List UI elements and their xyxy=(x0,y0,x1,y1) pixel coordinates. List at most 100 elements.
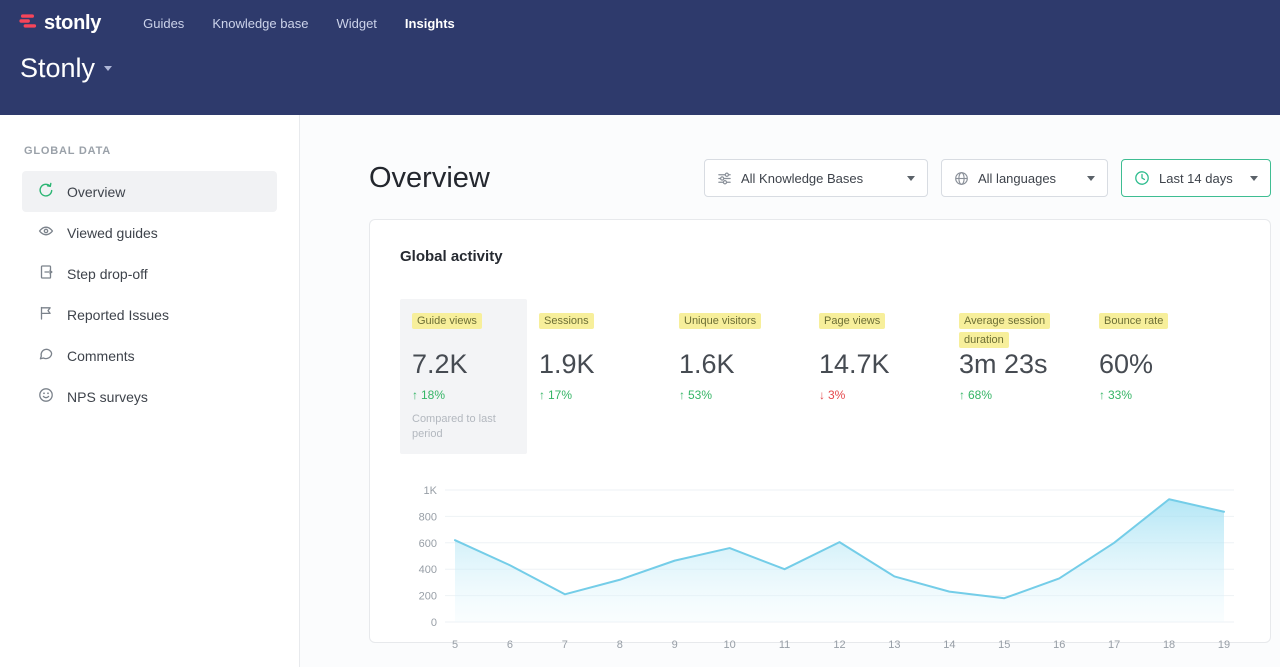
nav-item-widget[interactable]: Widget xyxy=(336,10,376,37)
svg-text:8: 8 xyxy=(617,639,623,651)
knowledge-bases-value: All Knowledge Bases xyxy=(741,171,899,186)
trend-arrow-icon: ↑ xyxy=(412,388,418,402)
topnav-row: stonly Guides Knowledge base Widget Insi… xyxy=(18,0,1262,37)
smiley-icon xyxy=(38,387,54,406)
chevron-down-icon xyxy=(1087,176,1095,181)
metric-change: ↓3% xyxy=(819,388,959,402)
svg-text:200: 200 xyxy=(419,591,437,603)
activity-area-chart: 02004006008001K5678910111213141516171819 xyxy=(400,482,1240,654)
sidebar-item-label: Reported Issues xyxy=(67,307,169,323)
main-content: Overview All Knowledge Bases All languag… xyxy=(300,115,1280,667)
stonly-logo-icon xyxy=(18,11,38,36)
metric-value: 3m 23s xyxy=(959,349,1099,380)
chevron-down-icon xyxy=(907,176,915,181)
global-activity-card: Global activity Guide views 7.2K ↑18% Co… xyxy=(369,219,1271,643)
top-navbar: stonly Guides Knowledge base Widget Insi… xyxy=(0,0,1280,115)
knowledge-bases-dropdown[interactable]: All Knowledge Bases xyxy=(704,159,928,197)
sidebar-item-reported-issues[interactable]: Reported Issues xyxy=(22,294,277,335)
svg-text:0: 0 xyxy=(431,617,437,629)
metric-value: 1.9K xyxy=(539,349,679,380)
chevron-down-icon xyxy=(1250,176,1258,181)
sidebar-item-overview[interactable]: Overview xyxy=(22,171,277,212)
svg-text:400: 400 xyxy=(419,564,437,576)
metric-label: Unique visitors xyxy=(679,311,793,347)
sidebar-item-label: Step drop-off xyxy=(67,266,148,282)
stonly-logo[interactable]: stonly xyxy=(18,11,101,36)
metric-change: ↑53% xyxy=(679,388,819,402)
main-header: Overview All Knowledge Bases All languag… xyxy=(369,159,1271,197)
metric-guide-views[interactable]: Guide views 7.2K ↑18% Compared to last p… xyxy=(400,299,527,454)
topnav-links: Guides Knowledge base Widget Insights xyxy=(129,10,469,37)
svg-text:9: 9 xyxy=(672,639,678,651)
sidebar-item-step-dropoff[interactable]: Step drop-off xyxy=(22,253,277,294)
date-range-value: Last 14 days xyxy=(1159,171,1242,186)
chevron-down-icon xyxy=(104,66,112,71)
svg-text:16: 16 xyxy=(1053,639,1065,651)
brand-name: stonly xyxy=(44,12,101,35)
metric-label: Bounce rate xyxy=(1099,311,1213,347)
metric-value: 1.6K xyxy=(679,349,819,380)
svg-text:15: 15 xyxy=(998,639,1010,651)
trend-arrow-icon: ↓ xyxy=(819,388,825,402)
metric-bounce-rate[interactable]: Bounce rate 60% ↑33% xyxy=(1099,299,1239,454)
sliders-icon xyxy=(717,171,732,186)
page-title: Overview xyxy=(369,162,490,195)
sidebar-item-comments[interactable]: Comments xyxy=(22,335,277,376)
sidebar: GLOBAL DATA Overview Viewed guides Step … xyxy=(0,115,300,667)
metric-page-views[interactable]: Page views 14.7K ↓3% xyxy=(819,299,959,454)
sidebar-item-label: NPS surveys xyxy=(67,389,148,405)
svg-text:5: 5 xyxy=(452,639,458,651)
metric-value: 60% xyxy=(1099,349,1239,380)
sidebar-item-label: Overview xyxy=(67,184,125,200)
metric-value: 14.7K xyxy=(819,349,959,380)
card-title: Global activity xyxy=(400,248,1240,265)
nav-item-knowledge-base[interactable]: Knowledge base xyxy=(212,10,308,37)
metric-value: 7.2K xyxy=(412,349,515,380)
svg-text:13: 13 xyxy=(888,639,900,651)
trend-arrow-icon: ↑ xyxy=(1099,388,1105,402)
svg-text:17: 17 xyxy=(1108,639,1120,651)
metric-unique-visitors[interactable]: Unique visitors 1.6K ↑53% xyxy=(679,299,819,454)
clock-icon xyxy=(1134,170,1150,186)
overview-icon xyxy=(38,182,54,201)
sidebar-item-viewed-guides[interactable]: Viewed guides xyxy=(22,212,277,253)
svg-text:12: 12 xyxy=(833,639,845,651)
svg-text:18: 18 xyxy=(1163,639,1175,651)
metric-label: Sessions xyxy=(539,311,653,347)
svg-text:1K: 1K xyxy=(424,485,438,497)
sidebar-section-label: GLOBAL DATA xyxy=(24,145,299,157)
svg-text:600: 600 xyxy=(419,538,437,550)
step-dropoff-icon xyxy=(38,264,54,283)
metric-avg-session-duration[interactable]: Average session duration 3m 23s ↑68% xyxy=(959,299,1099,454)
workspace-selector[interactable]: Stonly xyxy=(18,53,1262,84)
metric-sessions[interactable]: Sessions 1.9K ↑17% xyxy=(539,299,679,454)
metric-label: Guide views xyxy=(412,311,515,347)
flag-icon xyxy=(38,305,54,324)
svg-text:800: 800 xyxy=(419,511,437,523)
svg-text:11: 11 xyxy=(779,639,790,651)
metric-change: ↑17% xyxy=(539,388,679,402)
languages-dropdown[interactable]: All languages xyxy=(941,159,1108,197)
sidebar-item-label: Viewed guides xyxy=(67,225,158,241)
nav-item-insights[interactable]: Insights xyxy=(405,10,455,37)
metrics-row: Guide views 7.2K ↑18% Compared to last p… xyxy=(400,299,1240,454)
eye-icon xyxy=(38,223,54,242)
compare-note: Compared to last period xyxy=(412,412,512,442)
filters-bar: All Knowledge Bases All languages Last 1… xyxy=(704,159,1271,197)
languages-value: All languages xyxy=(978,171,1079,186)
sidebar-item-nps-surveys[interactable]: NPS surveys xyxy=(22,376,277,417)
trend-arrow-icon: ↑ xyxy=(679,388,685,402)
nav-item-guides[interactable]: Guides xyxy=(143,10,184,37)
svg-text:14: 14 xyxy=(943,639,955,651)
trend-arrow-icon: ↑ xyxy=(539,388,545,402)
metric-change: ↑18% xyxy=(412,388,515,402)
sidebar-item-label: Comments xyxy=(67,348,135,364)
svg-text:7: 7 xyxy=(562,639,568,651)
activity-chart-container: 02004006008001K5678910111213141516171819 xyxy=(400,482,1240,654)
trend-arrow-icon: ↑ xyxy=(959,388,965,402)
metric-label: Average session duration xyxy=(959,311,1073,347)
metric-change: ↑68% xyxy=(959,388,1099,402)
page-body: GLOBAL DATA Overview Viewed guides Step … xyxy=(0,115,1280,667)
date-range-dropdown[interactable]: Last 14 days xyxy=(1121,159,1271,197)
svg-text:19: 19 xyxy=(1218,639,1230,651)
